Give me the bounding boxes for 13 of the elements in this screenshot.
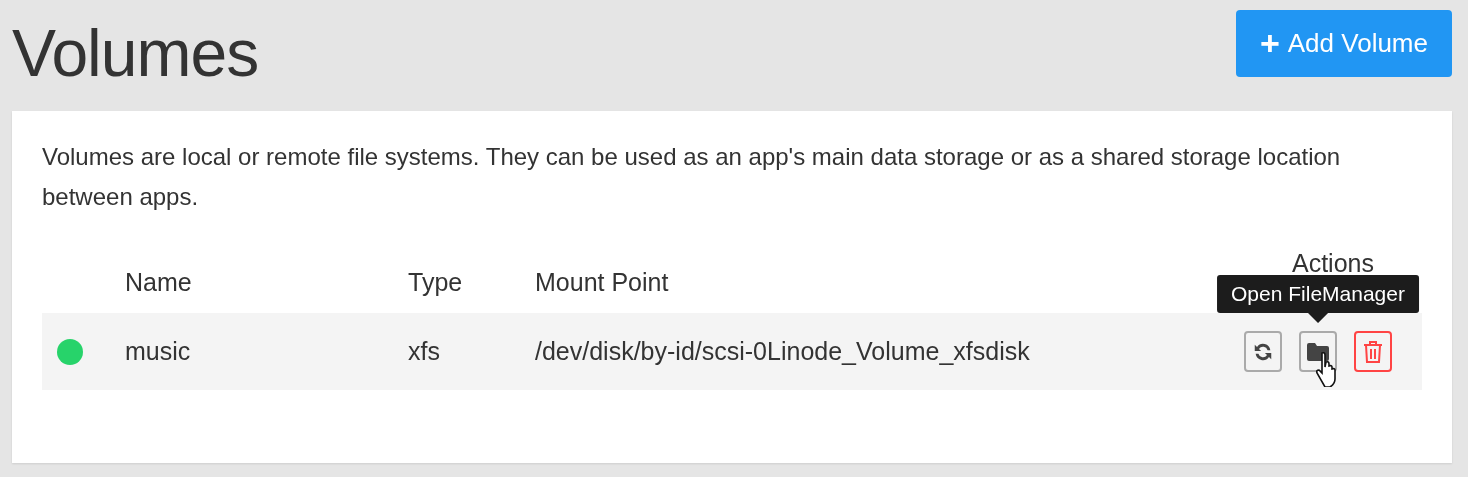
- table-cell-text: xfs: [408, 335, 441, 367]
- description: Volumes are local or remote file systems. They can be used as an app's main data storage or as a shared storage location between apps.: [42, 142, 1342, 212]
- column-header: Type: [408, 267, 464, 299]
- table-cell-text: music: [125, 335, 192, 367]
- trash-icon: [1363, 339, 1383, 364]
- plus-icon: +: [1259, 18, 1280, 69]
- refresh-button[interactable]: [1244, 331, 1282, 372]
- column-header: Name: [125, 267, 193, 299]
- tooltip: Open FileManager: [1217, 275, 1419, 323]
- table-cell-text: /dev/disk/by-id/scsi-0Linode_Volume_xfsdisk: [535, 335, 1031, 367]
- table-row[interactable]: music xfs /dev/disk/by-id/scsi-0Linode_Volume_xfsdisk: [42, 313, 1422, 390]
- delete-button[interactable]: [1354, 331, 1392, 372]
- page-title: Volumes: [12, 20, 259, 86]
